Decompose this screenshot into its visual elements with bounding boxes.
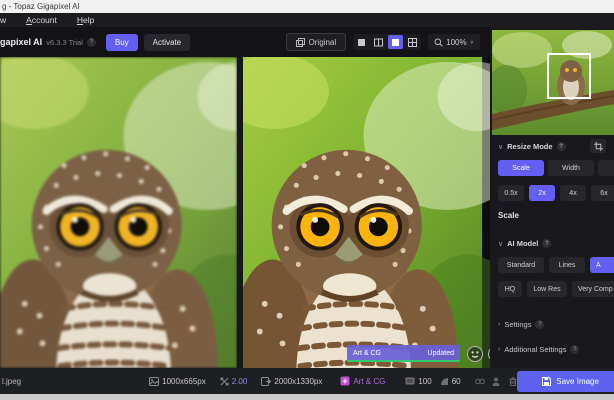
trash-icon[interactable] [509, 376, 517, 386]
navigation-thumbnail[interactable] [492, 30, 614, 135]
save-disk-icon [542, 376, 552, 386]
resize-mode-header[interactable]: ∨ Resize Mode ? [498, 139, 610, 153]
ai-model-row2: HQ Low Res Very Comp [498, 281, 614, 297]
view-quad-icon[interactable] [405, 35, 420, 49]
toolbar: gapixel AI v6.3.3 Trial ? Buy Activate O… [0, 27, 490, 57]
model-hq-button[interactable]: HQ [498, 281, 522, 297]
gauge-icon [440, 377, 449, 386]
enhanced-image-pane[interactable]: Art & CG Updated [243, 57, 490, 368]
output-size-value: 2000x1330px [274, 376, 323, 386]
chevron-right-icon: › [498, 321, 501, 328]
chevron-down-icon: ∨ [498, 240, 504, 248]
input-size-item: 1000x665px [149, 376, 206, 386]
input-size-value: 1000x665px [162, 376, 206, 386]
additional-settings-header[interactable]: › Additional Settings ? [498, 345, 580, 354]
zoom-dropdown-icon: ∨ [469, 40, 474, 45]
output-size-item: 2000x1330px [261, 376, 323, 386]
additional-settings-title: Additional Settings [504, 345, 567, 354]
view-mode-group [353, 34, 422, 50]
view-side-by-side-icon[interactable] [388, 35, 404, 49]
model-standard-button[interactable]: Standard [498, 257, 544, 273]
banner-model-label: Art & CG [353, 350, 382, 357]
menu-item-account[interactable]: Account [26, 15, 57, 25]
resize-arrows-icon [220, 377, 229, 386]
desktop-strip [0, 394, 614, 400]
settings-title: Settings [504, 320, 532, 329]
resize-help-icon[interactable]: ? [556, 142, 566, 151]
save-image-label: Save Image [556, 376, 599, 386]
chevron-right-icon: › [498, 346, 501, 353]
memory-value: 100 [418, 376, 432, 386]
ai-model-header[interactable]: ∨ AI Model ? [498, 239, 552, 248]
original-image-pane[interactable] [0, 57, 237, 368]
tab-scale[interactable]: Scale [498, 160, 544, 176]
view-split-icon[interactable] [371, 35, 386, 49]
menu-item-help[interactable]: Help [77, 15, 94, 25]
tab-height[interactable]: H [598, 160, 614, 176]
window-titlebar: g - Topaz Gigapixel AI [0, 0, 614, 13]
model-value: Art & CG [353, 376, 386, 386]
menu-bar: w Account Help [0, 13, 614, 27]
enhanced-owl-image [243, 57, 490, 368]
ai-model-title: AI Model [507, 239, 539, 248]
scale-item: 2.00 [220, 376, 248, 386]
app-version: v6.3.3 Trial [46, 37, 83, 47]
app-name: gapixel AI [0, 37, 43, 47]
buy-button[interactable]: Buy [105, 33, 138, 51]
resize-mode-title: Resize Mode [507, 142, 553, 151]
resize-tabs: Scale Width H [498, 160, 614, 176]
settings-panel: ∨ Resize Mode ? Scale Width H 0.5x 2x 4x… [490, 27, 614, 368]
banner-status-label: Updated [427, 350, 454, 357]
filename: l.jpeg [2, 376, 22, 386]
ai-model-help-icon[interactable]: ? [542, 239, 552, 248]
status-bar: l.jpeg 1000x665px 2.00 2000x1330px Art &… [0, 368, 614, 394]
chevron-down-icon: ∨ [498, 143, 504, 151]
model-low-res-button[interactable]: Low Res [527, 281, 567, 297]
scale-2x-button[interactable]: 2x [529, 185, 555, 201]
menu-item-view-partial[interactable]: w [0, 15, 6, 25]
zoom-control[interactable]: 100% ∨ [428, 34, 480, 50]
ai-model-icon [340, 376, 350, 386]
model-very-compressed-button[interactable]: Very Comp [572, 281, 614, 297]
model-item: Art & CG [340, 376, 385, 386]
scale-0-5x-button[interactable]: 0.5x [498, 185, 524, 201]
additional-settings-help-icon[interactable]: ? [570, 345, 580, 354]
original-toggle-button[interactable]: Original [285, 33, 347, 51]
output-image-icon [261, 376, 272, 386]
tab-width[interactable]: Width [548, 160, 594, 176]
view-single-icon[interactable] [354, 35, 369, 49]
gauge-item: 60 [440, 377, 461, 386]
scale-4x-button[interactable]: 4x [560, 185, 586, 201]
gauge-value: 60 [451, 376, 461, 386]
activate-button[interactable]: Activate [143, 33, 191, 51]
settings-header[interactable]: › Settings ? [498, 320, 545, 329]
input-image-icon [149, 376, 160, 386]
scale-options: 0.5x 2x 4x 6x [498, 185, 614, 201]
memory-icon [405, 377, 415, 385]
zoom-value: 100% [446, 37, 467, 47]
feedback-happy-face-icon[interactable] [467, 346, 483, 362]
scale-6x-button[interactable]: 6x [591, 185, 614, 201]
save-image-button[interactable]: Save Image [516, 370, 614, 392]
window-title: g - Topaz Gigapixel AI [2, 2, 80, 11]
memory-item: 100 [405, 376, 432, 386]
scale-value: 2.00 [231, 376, 248, 386]
model-lines-button[interactable]: Lines [549, 257, 585, 273]
scale-section-label: Scale [498, 211, 519, 220]
original-owl-image [0, 57, 237, 368]
processing-banner: Art & CG Updated [347, 345, 460, 362]
link-icon[interactable] [474, 378, 485, 385]
person-icon[interactable] [492, 377, 500, 386]
magnifier-icon [434, 38, 443, 47]
ai-model-row1: Standard Lines A [498, 257, 614, 273]
crop-icon[interactable] [590, 139, 606, 153]
version-help-icon[interactable]: ? [86, 37, 96, 47]
image-viewer: Art & CG Updated [0, 57, 490, 368]
app-window: g - Topaz Gigapixel AI w Account Help ga… [0, 0, 614, 400]
settings-help-icon[interactable]: ? [535, 320, 545, 329]
compare-images-icon [295, 37, 305, 47]
original-label: Original [308, 37, 337, 47]
model-art-cg-button[interactable]: A [590, 257, 614, 273]
